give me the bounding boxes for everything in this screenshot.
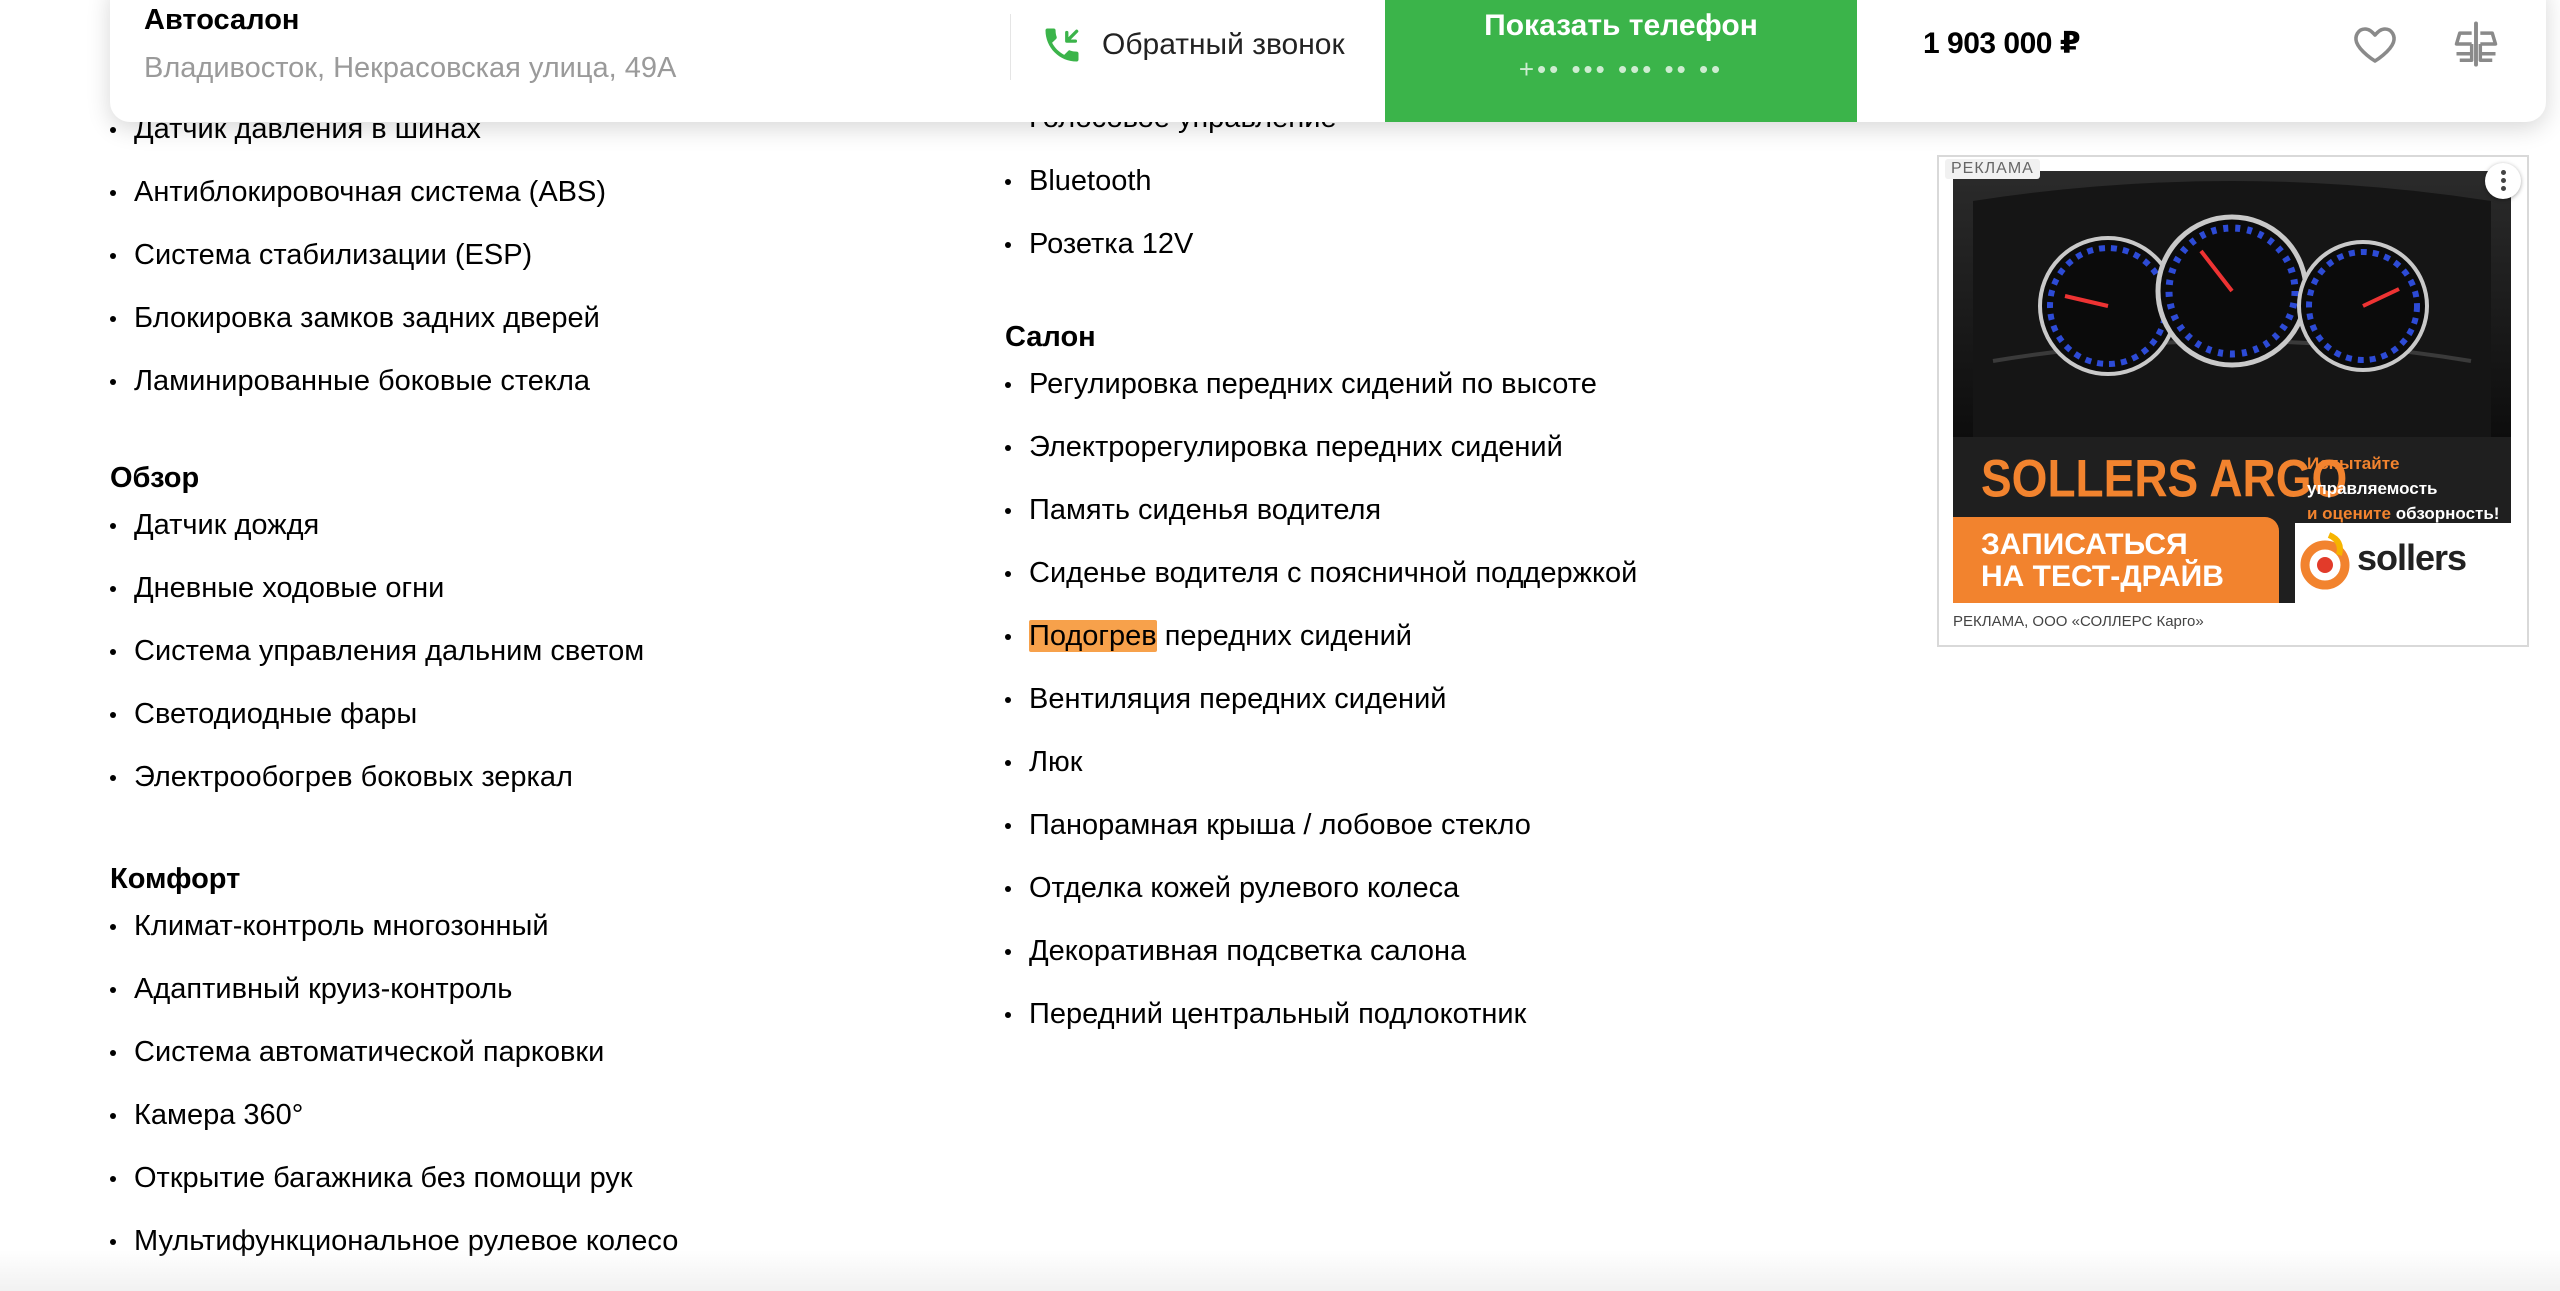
list-item: Люк [1005,743,1637,806]
list-item: Дневные ходовые огни [110,569,644,632]
list-item: Адаптивный круиз-контроль [110,970,678,1033]
list-item-highlighted: Подогрев передних сидений [1005,617,1637,680]
review-list: Датчик дождя Дневные ходовые огни Систем… [110,506,644,821]
list-item: Розетка 12V [1005,225,1337,288]
salon-list: Регулировка передних сидений по высоте Э… [1005,365,1637,1058]
list-item: Светодиодные фары [110,695,644,758]
callback-label: Обратный звонок [1102,28,1345,61]
ad-test-drive-button[interactable]: ЗАПИСАТЬСЯ НА ТЕСТ-ДРАЙВ [1953,517,2279,603]
ad-label: РЕКЛАМА [1945,159,2040,179]
heart-icon[interactable] [2350,20,2400,68]
ad-cta-line: ЗАПИСАТЬСЯ [1981,528,2188,561]
masked-phone: +•• ••• ••• •• •• [1518,54,1724,84]
list-item: Электрорегулировка передних сидений [1005,428,1637,491]
advertisement-banner[interactable]: SOLLERS ARGO Испытайте управляемость и о… [1937,155,2529,647]
dashboard-image [1953,171,2511,437]
list-item: Система управления дальним светом [110,632,644,695]
sticky-seller-bar: Автосалон Владивосток, Некрасовская улиц… [110,0,2546,122]
list-item: Память сиденья водителя [1005,491,1637,554]
multimedia-list: Голосовое управление Bluetooth Розетка 1… [1005,99,1337,288]
divider [1010,14,1011,80]
ad-tagline-part: и оцените [2307,504,2396,523]
list-item: Открытие багажника без помощи рук [110,1159,678,1222]
list-item: Датчик дождя [110,506,644,569]
comfort-list: Климат-контроль многозонный Адаптивный к… [110,907,678,1285]
list-item: Блокировка замков задних дверей [110,299,606,362]
ad-tagline-part: обзорность! [2395,504,2500,523]
list-item: Камера 360° [110,1096,678,1159]
review-section: Обзор Датчик дождя Дневные ходовые огни … [110,460,644,821]
list-item: Климат-контроль многозонный [110,907,678,970]
ad-disclaimer: РЕКЛАМА, ООО «СОЛЛЕРС Карго» [1953,613,2204,630]
safety-list: Датчик давления в шинах Антиблокировочна… [110,110,606,425]
ad-brand-title: SOLLERS ARGO [1981,448,2348,508]
list-item: Система стабилизации (ESP) [110,236,606,299]
bottom-fade [0,1250,2560,1291]
sollers-logo-icon [2300,532,2350,590]
list-item: Сиденье водителя с поясничной поддержкой [1005,554,1637,617]
safety-section: Датчик давления в шинах Антиблокировочна… [110,110,606,425]
list-item: Электрообогрев боковых зеркал [110,758,644,821]
list-item: Отделка кожей рулевого колеса [1005,869,1637,932]
list-item: Bluetooth [1005,162,1337,225]
list-item: Регулировка передних сидений по высоте [1005,365,1637,428]
ad-tagline-line: Испытайте [2307,454,2400,473]
section-title-comfort: Комфорт [110,863,241,895]
section-title-salon: Салон [1005,321,1096,353]
list-item: Вентиляция передних сидений [1005,680,1637,743]
seller-address: Владивосток, Некрасовская улица, 49А [144,52,677,84]
sollers-logo: sollers [2295,523,2511,603]
list-item: Ламинированные боковые стекла [110,362,606,425]
ad-tagline-line: управляемость [2307,479,2438,498]
list-item: Декоративная подсветка салона [1005,932,1637,995]
callback-phone-icon [1045,28,1079,62]
list-item: Передний центральный подлокотник [1005,995,1637,1058]
section-title-review: Обзор [110,462,200,494]
compare-icon[interactable] [2450,18,2502,70]
ad-image[interactable]: SOLLERS ARGO Испытайте управляемость и о… [1953,171,2511,603]
price: 1 903 000 ₽ [1923,27,2081,60]
ad-logo-word: sollers [2357,537,2467,578]
show-phone-label: Показать телефон [1484,9,1758,42]
seller-name[interactable]: Автосалон [144,0,299,40]
show-phone-button[interactable]: Показать телефон +•• ••• ••• •• •• [1385,0,1857,122]
ad-tagline: Испытайте управляемость и оцените обзорн… [2307,451,2499,526]
ad-more-menu-icon[interactable] [2485,163,2521,199]
salon-section: Салон Регулировка передних сидений по вы… [1005,319,1637,1058]
search-highlight: Подогрев [1029,620,1157,652]
comfort-section: Комфорт Климат-контроль многозонный Адап… [110,861,678,1285]
list-item: Антиблокировочная система (ABS) [110,173,606,236]
ad-cta-line: НА ТЕСТ-ДРАЙВ [1981,560,2224,593]
multimedia-section: Голосовое управление Bluetooth Розетка 1… [1005,99,1337,288]
list-item: Панорамная крыша / лобовое стекло [1005,806,1637,869]
list-item-rest: передних сидений [1156,620,1413,652]
callback-button[interactable]: Обратный звонок [1040,20,1345,70]
list-item: Система автоматической парковки [110,1033,678,1096]
